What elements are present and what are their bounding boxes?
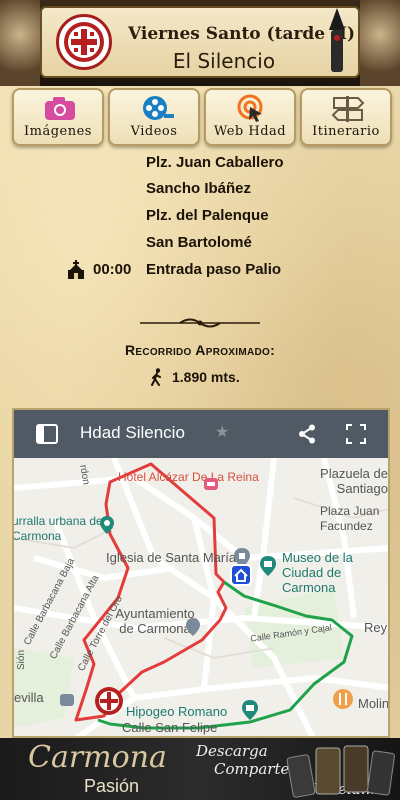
map-canvas[interactable]: Hotel Alcázar De La Reina Plazuela de Sa… bbox=[12, 458, 390, 736]
map-label-rey: Rey bbox=[364, 620, 388, 635]
map-list-icon[interactable] bbox=[36, 424, 58, 444]
event-label: Entrada paso Palio bbox=[146, 261, 282, 278]
map-label-street-sion: Sión bbox=[16, 649, 27, 670]
ornament-divider bbox=[140, 318, 260, 328]
map-label-plaza-juan: Plaza Juan Facundez bbox=[320, 504, 380, 533]
nav-label-itinerary: Itinerario bbox=[312, 124, 380, 139]
banner-slogan-1: Descarga bbox=[196, 742, 268, 760]
page-title: Viernes Santo (tarde II) bbox=[128, 24, 355, 44]
nav-bar: Imágenes Videos Web Hdad Itinerario bbox=[0, 88, 400, 148]
banner-brand: Carmona bbox=[28, 740, 167, 775]
page-subtitle: El Silencio bbox=[172, 49, 276, 73]
angel-ornament-left bbox=[0, 0, 40, 86]
nav-button-videos[interactable]: Videos bbox=[108, 88, 200, 146]
map-label-hotel: Hotel Alcázar De La Reina bbox=[118, 470, 259, 484]
hipogeo-pin-icon[interactable] bbox=[242, 700, 258, 720]
nav-label-web: Web Hdad bbox=[213, 124, 287, 139]
promo-banner[interactable]: Carmona Pasión Descarga Comparte Vívela.… bbox=[0, 738, 400, 800]
map-toolbar: Hdad Silencio ★ bbox=[14, 410, 388, 458]
itinerary-list: Plz. Juan Caballero Sancho Ibáñez Plz. d… bbox=[0, 150, 400, 290]
list-item: Plz. Juan Caballero bbox=[146, 154, 284, 171]
banner-slogan-2: Comparte bbox=[214, 760, 290, 778]
start-marker-icon[interactable] bbox=[230, 564, 252, 588]
place-pin-icon[interactable] bbox=[60, 694, 74, 712]
map-label-iglesia: Iglesia de Santa María bbox=[106, 550, 237, 565]
list-item: Sancho Ibáñez bbox=[146, 180, 252, 197]
ayuntamiento-pin-icon[interactable] bbox=[186, 618, 200, 636]
hotel-pin-icon[interactable] bbox=[204, 478, 218, 494]
share-icon[interactable] bbox=[298, 424, 316, 444]
app-header: Viernes Santo (tarde II) El Silencio bbox=[0, 0, 400, 86]
map-label-museo: Museo de la Ciudad de Carmona bbox=[282, 550, 353, 595]
nav-label-images: Imágenes bbox=[24, 124, 92, 139]
film-reel-icon bbox=[143, 96, 174, 120]
walking-icon bbox=[151, 368, 161, 386]
angel-ornament-right bbox=[360, 0, 400, 86]
nazareno-icon bbox=[329, 8, 345, 72]
map-title: Hdad Silencio bbox=[80, 423, 185, 442]
nav-button-web[interactable]: Web Hdad bbox=[204, 88, 296, 146]
map-label-sevilla: evilla bbox=[14, 690, 44, 705]
restaurant-pin-icon[interactable] bbox=[332, 688, 354, 710]
nav-button-itinerary[interactable]: Itinerario bbox=[300, 88, 392, 146]
web-cursor-icon bbox=[237, 94, 263, 122]
church-icon bbox=[68, 260, 84, 279]
museum-pin-icon[interactable] bbox=[260, 556, 276, 576]
list-item: Plz. del Palenque bbox=[146, 207, 269, 224]
route-distance: 1.890 mts. bbox=[150, 367, 240, 387]
map-label-hipogeo: Hipogeo Romano bbox=[126, 704, 228, 719]
map-label-plazuela: Plazuela de Santiago bbox=[320, 466, 388, 496]
phones-image bbox=[286, 745, 395, 798]
camera-icon bbox=[45, 97, 75, 120]
landmark-pin-icon[interactable] bbox=[100, 516, 114, 534]
list-item: San Bartolomé bbox=[146, 234, 252, 251]
brotherhood-emblem-icon bbox=[56, 14, 112, 70]
fullscreen-icon[interactable] bbox=[346, 424, 366, 444]
map-label-street-san-felipe: Calle San Felipe bbox=[122, 720, 218, 735]
brotherhood-marker-icon[interactable] bbox=[94, 686, 124, 716]
distance-value: 1.890 mts. bbox=[172, 369, 240, 385]
map-label-muralla: urralla urbana de Carmona bbox=[12, 514, 103, 543]
banner-brand-sub: Pasión bbox=[84, 776, 140, 796]
nav-label-videos: Videos bbox=[130, 124, 178, 139]
map-embed[interactable]: Hdad Silencio ★ Hotel Alcázar De La Rein… bbox=[12, 408, 390, 738]
nav-button-images[interactable]: Imágenes bbox=[12, 88, 104, 146]
star-icon[interactable]: ★ bbox=[215, 422, 229, 441]
route-title: Recorrido Aproximado: bbox=[124, 342, 276, 358]
signpost-icon bbox=[331, 96, 365, 122]
event-time: 00:00 bbox=[93, 261, 132, 278]
map-label-molino: Molin bbox=[358, 696, 390, 711]
